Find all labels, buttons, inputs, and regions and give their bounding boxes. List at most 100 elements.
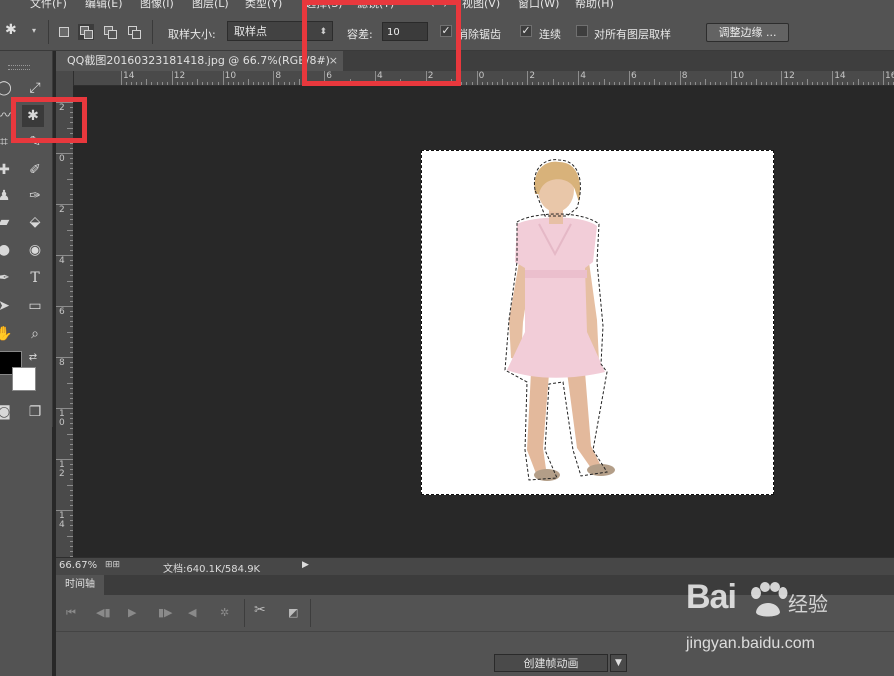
sample-all-layers-checkbox[interactable] [576, 25, 588, 37]
ruler-tick [141, 82, 143, 85]
status-menu-arrow-icon[interactable]: ▶ [302, 560, 309, 570]
ruler-tick [847, 82, 849, 85]
ruler-label: 8 [681, 71, 688, 81]
ruler-tick [542, 82, 544, 85]
ruler-tick [710, 82, 712, 85]
contiguous-label: 连续 [539, 28, 561, 41]
ruler-tick [481, 82, 483, 85]
create-frame-animation-button[interactable]: 创建帧动画 [494, 654, 608, 672]
ruler-label: 8 [275, 71, 282, 81]
healing-brush-icon[interactable]: ✚ [0, 159, 15, 181]
ruler-tick [136, 82, 138, 85]
background-color-swatch[interactable] [12, 367, 36, 391]
audio-icon[interactable]: ◀ [188, 606, 196, 619]
menu-file[interactable]: 文件(F) [30, 0, 67, 10]
ruler-tick [679, 71, 681, 85]
document-tab[interactable]: QQ截图20160323181418.jpg @ 66.7%(RGB/8#) × [56, 51, 343, 71]
ruler-label: 1 4 [59, 511, 65, 530]
zoom-icon[interactable]: ⌕ [24, 323, 46, 345]
ruler-tick [867, 82, 869, 85]
ruler-tick [781, 71, 783, 85]
type-icon[interactable]: T [24, 267, 46, 289]
ruler-tick [806, 79, 808, 85]
ruler-tick [766, 82, 768, 85]
ruler-tick [278, 82, 280, 85]
ruler-tick [756, 79, 757, 85]
menu-window[interactable]: 窗口(W) [518, 0, 559, 10]
panel-grip[interactable] [8, 65, 30, 70]
dodge-icon[interactable]: ◉ [24, 239, 46, 261]
quick-mask-icon[interactable]: ◙ [0, 401, 15, 423]
ruler-tick [796, 82, 798, 85]
ruler-tick [156, 82, 158, 85]
go-to-first-frame-icon[interactable]: ⏮ [66, 606, 76, 620]
pen-icon[interactable]: ✒ [0, 267, 15, 289]
preset-dropdown-icon[interactable]: ▾ [32, 26, 36, 35]
lasso-icon[interactable]: ◯ [0, 77, 15, 99]
swap-colors-icon[interactable]: ⇄ [22, 347, 44, 369]
previous-frame-icon[interactable]: ◀▮ [96, 606, 111, 619]
create-options-dropdown-icon[interactable]: ▼ [610, 654, 627, 672]
menu-layer[interactable]: 图层(L) [192, 0, 229, 10]
ruler-tick [522, 82, 524, 85]
menu-help[interactable]: 帮助(H) [575, 0, 614, 10]
ruler-tick [171, 71, 173, 85]
blur-icon[interactable]: ● [0, 239, 15, 261]
ruler-tick [883, 71, 884, 85]
hand-icon[interactable]: ✋ [0, 323, 15, 345]
ruler-tick [644, 82, 646, 85]
menu-edit[interactable]: 编辑(E) [85, 0, 123, 10]
tolerance-highlight-box [302, 0, 461, 86]
tools-panel-bottom [0, 427, 52, 676]
intersect-selection-icon[interactable] [126, 24, 142, 40]
ruler-tick [593, 82, 595, 85]
play-icon[interactable]: ▶ [128, 606, 136, 619]
menu-type[interactable]: 类型(Y) [245, 0, 282, 10]
sample-size-value: 取样点 [234, 25, 267, 38]
contiguous-checkbox[interactable]: ✓ [520, 25, 532, 37]
add-to-selection-icon[interactable] [78, 24, 94, 40]
menu-image[interactable]: 图像(I) [140, 0, 174, 10]
ruler-label: 12 [173, 71, 186, 81]
watermark-suffix: 经验 [788, 592, 828, 616]
clone-stamp-icon[interactable]: ♟ [0, 185, 15, 207]
screen-mode-icon[interactable]: ❐ [24, 401, 46, 423]
magic-wand-preset-icon[interactable]: ✱ [5, 22, 17, 38]
ruler-tick [253, 82, 255, 85]
ruler-label: 1 2 [59, 460, 65, 479]
status-indicator-icon[interactable]: ⊞⊞ [105, 560, 120, 570]
transition-icon[interactable]: ◩ [288, 606, 298, 619]
ruler-tick [507, 82, 509, 85]
paint-bucket-icon[interactable]: ⬙ [24, 211, 46, 233]
document-tab-bar: QQ截图20160323181418.jpg @ 66.7%(RGB/8#) × [56, 51, 894, 71]
ruler-label: 1 0 [59, 409, 65, 428]
settings-gear-icon[interactable]: ✲ [220, 606, 229, 619]
new-selection-icon[interactable] [56, 24, 72, 40]
split-scissors-icon[interactable]: ✂ [254, 602, 266, 618]
path-selection-icon[interactable]: ➤ [0, 295, 15, 317]
ruler-tick [568, 82, 570, 85]
rectangle-icon[interactable]: ▭ [24, 295, 46, 317]
next-frame-icon[interactable]: ▮▶ [158, 606, 173, 619]
ruler-tick [131, 82, 133, 85]
vertical-ruler[interactable]: 2024681 01 21 4 [56, 71, 74, 557]
timeline-tab[interactable]: 时间轴 [56, 575, 104, 595]
ruler-tick [187, 82, 189, 85]
canvas-area[interactable] [73, 86, 894, 557]
eraser-icon[interactable]: ▰ [0, 211, 15, 233]
zoom-level[interactable]: 66.67% [59, 560, 97, 571]
ruler-tick [476, 71, 478, 85]
menu-view[interactable]: 视图(V) [462, 0, 500, 10]
ruler-tick [222, 71, 224, 85]
subtract-from-selection-icon[interactable] [102, 24, 118, 40]
horizontal-ruler[interactable]: 14121086420246810121416 [73, 71, 894, 86]
ruler-tick [273, 71, 275, 85]
history-brush-icon[interactable]: ✑ [24, 185, 46, 207]
ruler-tick [217, 82, 219, 85]
brush-icon[interactable]: ✐ [24, 159, 46, 181]
watermark-brand: Bai [686, 578, 737, 616]
ruler-tick [837, 82, 839, 85]
anti-alias-label: 消除锯齿 [457, 28, 501, 41]
refine-edge-button[interactable]: 调整边缘 ... [706, 23, 789, 42]
move-icon[interactable]: ⤢ [24, 77, 46, 99]
